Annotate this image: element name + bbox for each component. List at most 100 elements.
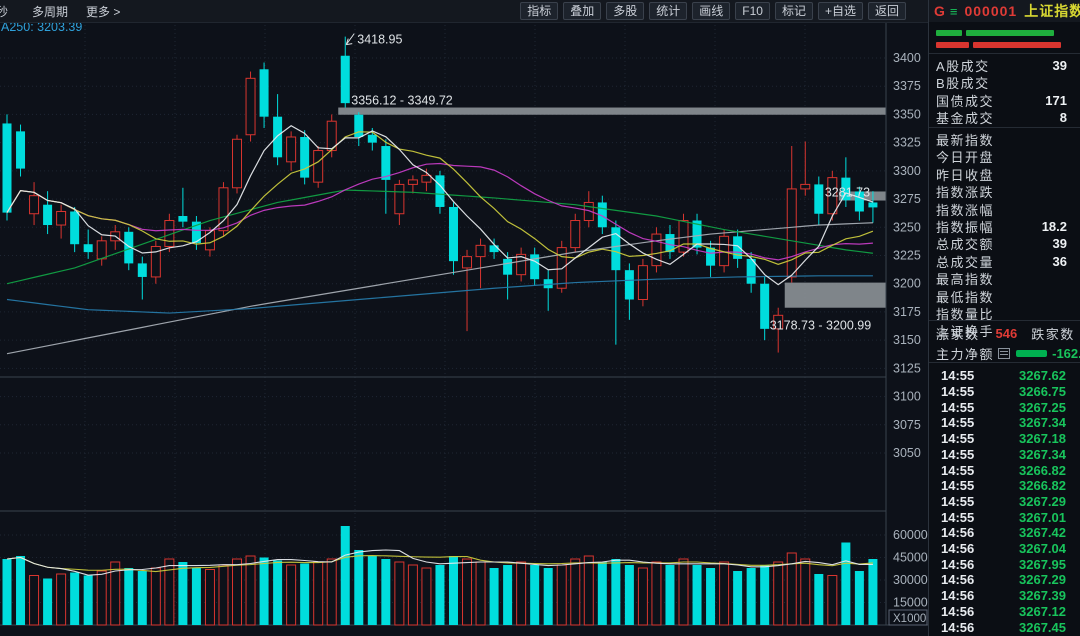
volume-bar xyxy=(204,569,215,626)
volume-bar xyxy=(651,561,662,626)
toolbar-button-多股[interactable]: 多股 xyxy=(606,2,645,20)
quote-row-value: 18.2 xyxy=(1041,219,1067,234)
candle xyxy=(245,77,256,136)
buy-force-bar xyxy=(936,30,962,36)
g-badge[interactable]: G xyxy=(934,3,945,19)
volume-bar xyxy=(178,562,188,625)
main-force-bar xyxy=(1016,349,1048,357)
advancers-label: 涨家数 xyxy=(936,326,980,342)
y-axis-label: 3100 xyxy=(893,390,921,404)
candle xyxy=(367,134,377,143)
tick-price: 3267.95 xyxy=(1019,556,1066,572)
candle xyxy=(43,204,53,226)
toolbar-button-画线[interactable]: 画线 xyxy=(692,2,731,20)
tick-row: 14:55 3267.18 xyxy=(929,431,1080,447)
toolbar-button-返回[interactable]: 返回 xyxy=(867,2,906,20)
tick-price: 3267.04 xyxy=(1019,541,1066,557)
quote-row-label: 最低指数 xyxy=(936,289,995,305)
candle xyxy=(503,258,513,275)
volume-bar xyxy=(340,526,350,625)
stock-name[interactable]: 上证指数 xyxy=(1024,1,1080,21)
volume-bar xyxy=(2,559,12,625)
volume-axis-label: 60000 xyxy=(893,528,928,542)
candle xyxy=(421,174,432,183)
candle xyxy=(56,210,67,226)
volume-bar xyxy=(678,558,689,626)
decliners-label: 跌家数 xyxy=(1031,326,1075,342)
tick-time: 14:56 xyxy=(941,541,975,557)
main-force-row: 主力净额 -162.8 xyxy=(929,344,1080,362)
gap-annotation: 3178.73 - 3200.99 xyxy=(770,319,872,333)
candle xyxy=(448,206,458,262)
toolbar-button-标记[interactable]: 标记 xyxy=(774,2,813,20)
tick-time: 14:55 xyxy=(941,431,975,447)
tick-row: 14:55 3267.34 xyxy=(929,447,1080,463)
y-axis-label: 3250 xyxy=(893,220,921,234)
tick-row: 14:56 3267.45 xyxy=(929,619,1080,635)
sell-force-bar xyxy=(936,42,969,48)
candle xyxy=(868,202,878,208)
candle xyxy=(29,195,40,215)
stock-code[interactable]: 000001 xyxy=(964,3,1017,19)
volume-bar xyxy=(259,557,269,625)
volume-unit-label: X1000 xyxy=(893,613,926,625)
tick-time: 14:56 xyxy=(941,572,975,588)
candle xyxy=(624,270,634,300)
volume-bar xyxy=(448,556,458,625)
volume-axis-label: 15000 xyxy=(893,596,928,610)
toolbar-button-F10[interactable]: F10 xyxy=(735,2,770,20)
quote-row-label: 总成交量 xyxy=(936,254,995,270)
tick-row: 14:56 3267.12 xyxy=(929,604,1080,620)
tick-price: 3267.12 xyxy=(1019,603,1066,619)
quote-row: 基金成交 8 xyxy=(929,109,1080,126)
volume-bar xyxy=(665,565,675,625)
toolbar-button-指标[interactable]: 指标 xyxy=(520,2,559,20)
volume-bar xyxy=(29,575,40,626)
y-axis-label: 3300 xyxy=(893,164,921,178)
tick-row: 14:56 3267.29 xyxy=(929,572,1080,588)
volume-bar xyxy=(164,558,175,626)
toolbar-button-统计[interactable]: 统计 xyxy=(649,2,688,20)
candle xyxy=(800,183,811,190)
panel-divider xyxy=(929,362,1080,363)
menu-icon[interactable]: ≡ xyxy=(950,4,958,19)
tick-price: 3267.25 xyxy=(1019,399,1066,415)
volume-bar xyxy=(326,558,337,626)
candle xyxy=(16,131,26,169)
toolbar-left-item[interactable]: 秒 xyxy=(0,3,8,20)
peak-annotation: 3418.95 xyxy=(357,33,402,47)
y-axis-label: 3050 xyxy=(893,446,921,460)
detail-window-icon[interactable] xyxy=(998,347,1011,359)
toolbar-left-item[interactable]: 更多 > xyxy=(86,3,120,20)
quote-row: 指数涨跌 xyxy=(929,183,1080,200)
volume-bar xyxy=(556,564,567,626)
tick-price: 3267.34 xyxy=(1019,446,1066,462)
tick-time: 14:55 xyxy=(941,384,975,400)
tick-row: 14:55 3267.62 xyxy=(929,368,1080,384)
kline-chart[interactable]: 3400 3375 3350 3325 3300 3275 3250 3225 3200 3175… xyxy=(0,0,928,636)
tick-time: 14:55 xyxy=(941,446,975,462)
tick-time: 14:55 xyxy=(941,478,975,494)
volume-bar xyxy=(624,565,634,625)
volume-bar xyxy=(692,565,702,625)
toolbar-left-item[interactable]: 多周期 xyxy=(32,3,68,20)
top-toolbar: 秒 多周期 更多 > 指标 叠加 多股 统计 画线 F10 标记 +自选 返回 xyxy=(0,0,928,23)
volume-bar xyxy=(503,565,513,625)
candle xyxy=(786,188,797,278)
y-axis-label: 3375 xyxy=(893,79,921,93)
candle xyxy=(435,175,445,207)
quote-row-value: 8 xyxy=(1059,110,1067,126)
tick-price: 3267.34 xyxy=(1019,415,1066,431)
quote-row: 总成交额 39 xyxy=(929,235,1080,252)
candle xyxy=(570,220,581,249)
toolbar-button-叠加[interactable]: 叠加 xyxy=(563,2,602,20)
volume-bar xyxy=(760,565,770,625)
candle xyxy=(178,215,188,222)
candle xyxy=(313,150,324,183)
tick-time: 14:56 xyxy=(941,556,975,572)
volume-bar xyxy=(367,556,377,625)
quote-row-label: 总成交额 xyxy=(936,237,995,253)
toolbar-button-+自选[interactable]: +自选 xyxy=(817,2,863,20)
main-force-label: 主力净额 xyxy=(936,346,995,362)
volume-bar xyxy=(83,575,93,625)
